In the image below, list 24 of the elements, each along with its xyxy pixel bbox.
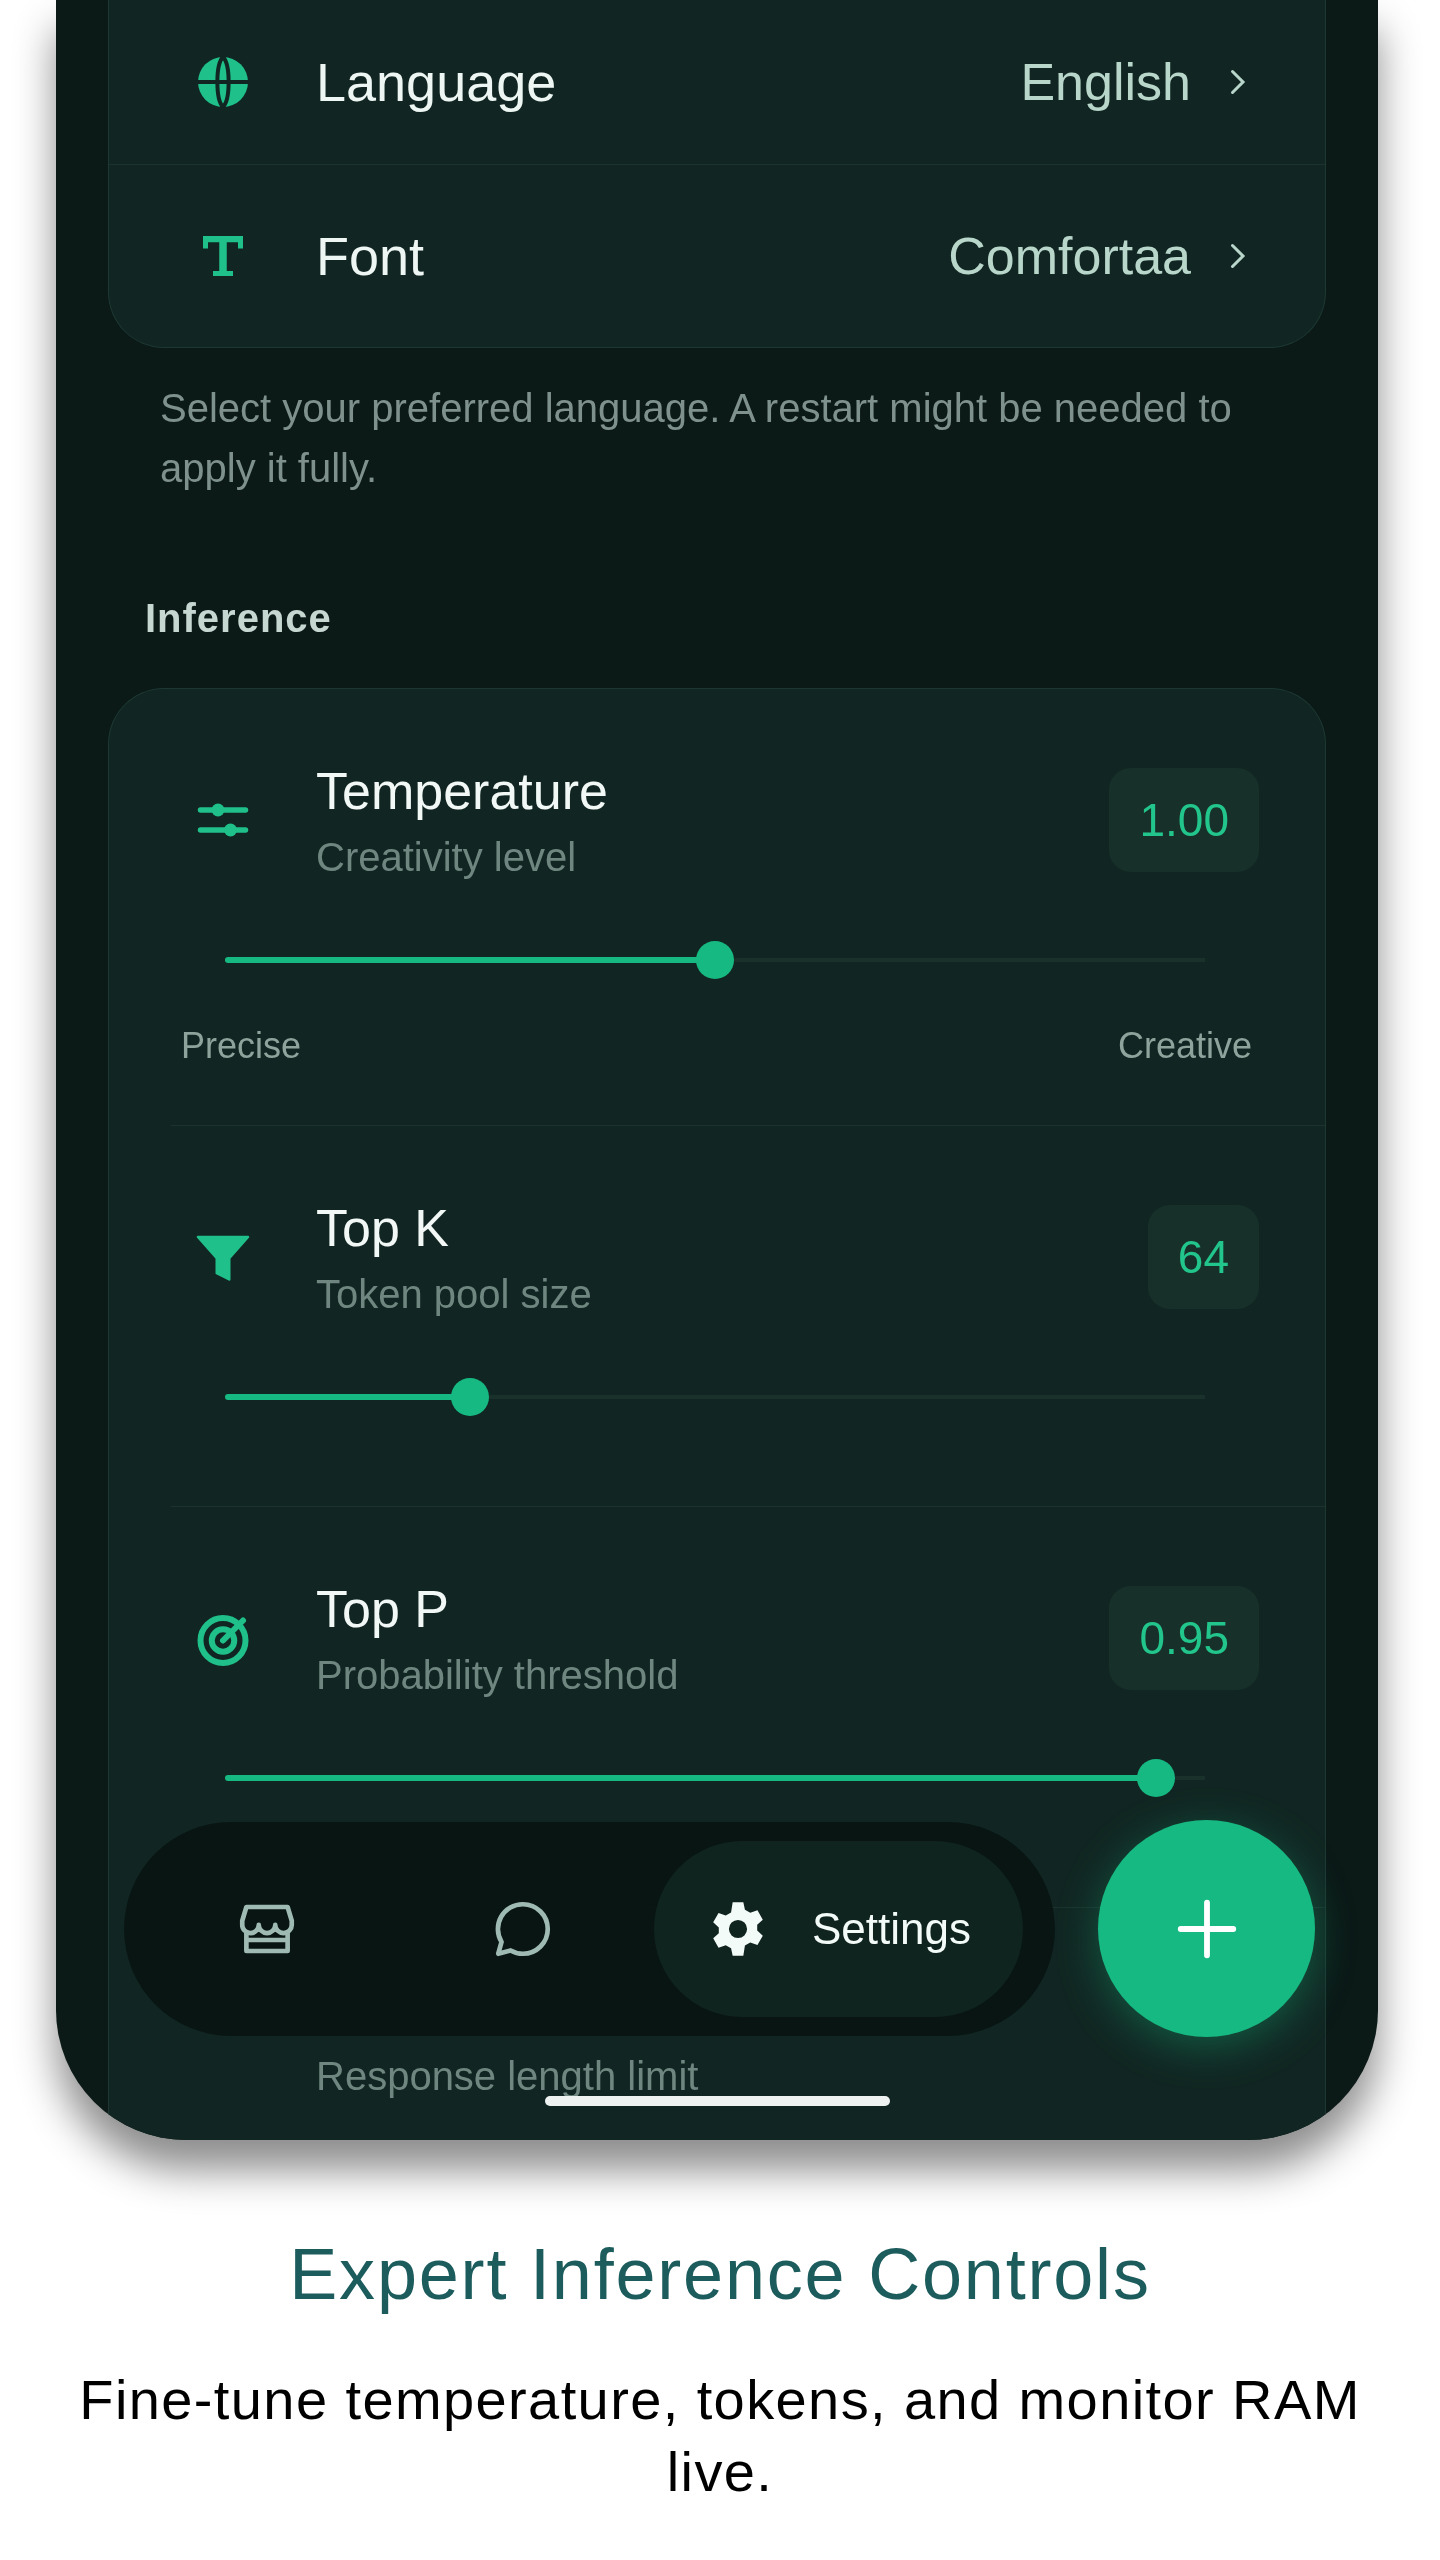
value-badge: 0.95 bbox=[1109, 1586, 1259, 1690]
setting-value: English bbox=[1020, 52, 1191, 113]
caption-title: Expert Inference Controls bbox=[289, 2233, 1151, 2316]
setting-subtitle: Probability threshold bbox=[316, 1652, 679, 1699]
value-badge: 64 bbox=[1147, 1205, 1259, 1309]
setting-title: Top K bbox=[316, 1198, 450, 1259]
setting-subtitle: Creativity level bbox=[316, 834, 578, 881]
slider-thumb[interactable] bbox=[451, 1378, 489, 1416]
nav-tab[interactable]: Settings bbox=[654, 1841, 1023, 2017]
value-badge: 1.00 bbox=[1109, 768, 1259, 872]
slider-thumb[interactable] bbox=[1137, 1759, 1175, 1797]
settings-row[interactable]: Language English bbox=[109, 0, 1325, 165]
range-label: Precise bbox=[181, 1024, 302, 1068]
slider-thumb[interactable] bbox=[696, 941, 734, 979]
section-heading: Inference bbox=[144, 595, 333, 642]
range-label: Creative bbox=[1117, 1024, 1252, 1068]
caption-text: Fine-tune temperature, tokens, and monitor RAM live. bbox=[78, 2367, 1362, 2505]
setting-value: Comfortaa bbox=[948, 226, 1191, 287]
setting-title: Top P bbox=[316, 1579, 450, 1640]
setting-title: Temperature bbox=[316, 761, 608, 822]
setting-subtitle: Token pool size bbox=[316, 1271, 592, 1318]
setting-subtitle: Response length limit bbox=[316, 2053, 699, 2100]
helper-text: Select your preferred language. A restart might be needed to apply it fully. bbox=[159, 385, 1233, 492]
settings-row[interactable]: Font Comfortaa bbox=[109, 165, 1325, 347]
